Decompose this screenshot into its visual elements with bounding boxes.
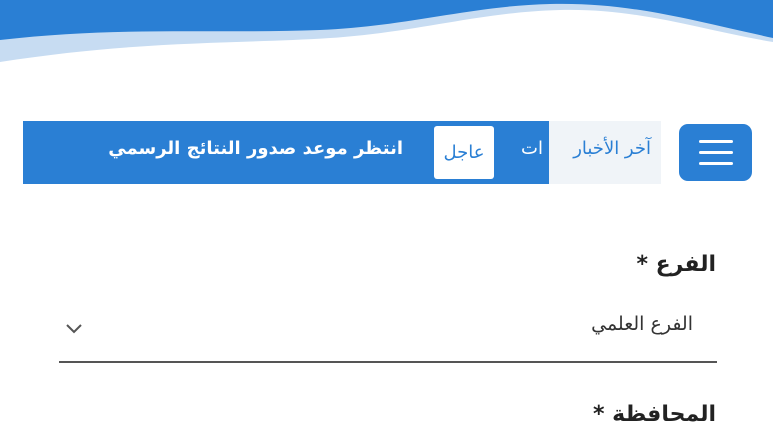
menu-line: [698, 140, 733, 143]
ticker-label-tail: ات: [521, 138, 543, 159]
header-wave: [0, 0, 773, 62]
news-ticker: آخر الأخبار ات عاجل انتظر موعد صدور النت…: [23, 121, 661, 184]
ticker-label: آخر الأخبار: [573, 138, 651, 159]
menu-line: [698, 162, 733, 165]
branch-select[interactable]: الفرع العلمي: [59, 303, 717, 363]
menu-line: [698, 151, 733, 154]
breaking-badge: عاجل: [434, 126, 494, 179]
branch-selected-value: الفرع العلمي: [591, 313, 693, 335]
ticker-label-area: آخر الأخبار: [549, 121, 661, 184]
branch-label: الفرع *: [636, 252, 716, 277]
menu-button[interactable]: [679, 124, 752, 181]
governorate-label: المحافظة *: [592, 402, 716, 427]
chevron-down-icon: [66, 324, 82, 334]
ticker-headline[interactable]: انتظر موعد صدور النتائج الرسمي: [108, 121, 403, 184]
